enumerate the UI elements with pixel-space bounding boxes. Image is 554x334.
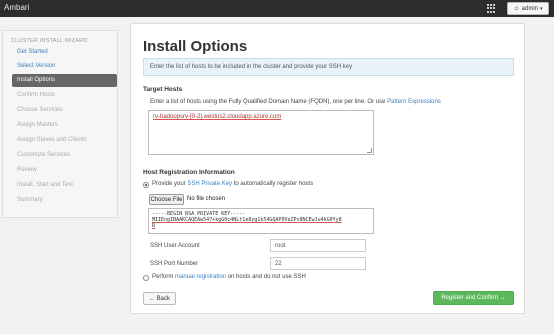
no-file-chosen-text: No file chosen (187, 196, 226, 202)
sidebar-item-assign-masters: Assign Masters (17, 122, 59, 128)
top-navbar: Ambari ☺ admin ▾ (0, 0, 554, 17)
sidebar-item-summary: Summary (17, 197, 43, 203)
admin-label: admin (521, 5, 538, 12)
target-hosts-heading: Target Hosts (143, 86, 183, 93)
target-hosts-textarea[interactable]: rv-hadoopsrv-[0-2].westus2.cloudapp.azur… (148, 110, 374, 155)
manual-option-prefix: Perform (152, 274, 174, 280)
choose-file-button[interactable]: Choose File (149, 194, 184, 205)
back-button[interactable]: ← Back (143, 292, 176, 305)
sidebar-item-select-version[interactable]: Select Version (12, 60, 117, 73)
ssh-port-label: SSH Port Number (150, 261, 199, 267)
target-hosts-value: rv-hadoopsrv-[0-2].westus2.cloudapp.azur… (153, 114, 282, 120)
sidebar-item-install-start-test: Install, Start and Test (17, 182, 73, 188)
host-registration-heading: Host Registration Information (143, 169, 235, 176)
ssh-private-key-link[interactable]: SSH Private Key (187, 181, 232, 187)
install-options-panel: Install Options Enter the list of hosts … (130, 23, 525, 314)
brand-logo-text[interactable]: Ambari (4, 3, 29, 12)
admin-user-menu-button[interactable]: ☺ admin ▾ (507, 2, 549, 15)
chevron-down-icon: ▾ (539, 5, 543, 12)
resize-handle-icon[interactable] (367, 148, 372, 153)
ssh-port-input[interactable]: 22 (270, 257, 366, 270)
ssh-key-option-label: Provide your SSH Private Key to automati… (152, 181, 313, 187)
sidebar-item-get-started[interactable]: Get Started (12, 46, 117, 59)
ssh-user-label: SSH User Account (150, 243, 200, 249)
ssh-key-line: MIIEogIBAAKCAQEAw547+kgG0c4NLt1e8yg1k54G… (152, 217, 342, 223)
ssh-key-textarea[interactable]: -----BEGIN RSA PRIVATE KEY----- MIIEogIB… (148, 208, 374, 234)
manual-option-suffix: on hosts and do not use SSH (227, 274, 306, 280)
ssh-key-option-prefix: Provide your (152, 181, 186, 187)
wizard-sidebar: CLUSTER INSTALL WIZARD Get Started Selec… (2, 30, 118, 218)
sidebar-item-confirm-hosts: Confirm Hosts (17, 92, 56, 98)
info-alert: Enter the list of hosts to be included i… (143, 58, 514, 76)
target-hosts-description: Enter a list of hosts using the Fully Qu… (150, 99, 441, 105)
target-hosts-desc-text: Enter a list of hosts using the Fully Qu… (150, 99, 386, 105)
register-and-confirm-button[interactable]: Register and Confirm → (433, 291, 514, 305)
ssh-key-option-suffix: to automatically register hosts (233, 181, 314, 187)
ssh-key-line: R (152, 223, 156, 229)
manual-registration-radio[interactable] (143, 275, 149, 281)
manual-registration-option-label: Perform manual registration on hosts and… (152, 274, 306, 280)
views-grid-icon[interactable] (487, 4, 496, 13)
pattern-expressions-link[interactable]: Pattern Expressions (387, 99, 441, 105)
ssh-key-radio[interactable] (143, 182, 149, 188)
sidebar-item-choose-services: Choose Services (17, 107, 63, 113)
sidebar-item-assign-slaves: Assign Slaves and Clients (17, 137, 87, 143)
sidebar-item-review: Review (17, 167, 37, 173)
ssh-user-input[interactable]: root (270, 239, 366, 252)
wizard-title: CLUSTER INSTALL WIZARD (11, 38, 88, 44)
manual-registration-link[interactable]: manual registration (175, 274, 226, 280)
page-title: Install Options (143, 38, 248, 55)
sidebar-item-customize-services: Customize Services (17, 152, 71, 158)
user-icon: ☺ (513, 5, 520, 12)
sidebar-item-install-options[interactable]: Install Options (12, 74, 117, 87)
